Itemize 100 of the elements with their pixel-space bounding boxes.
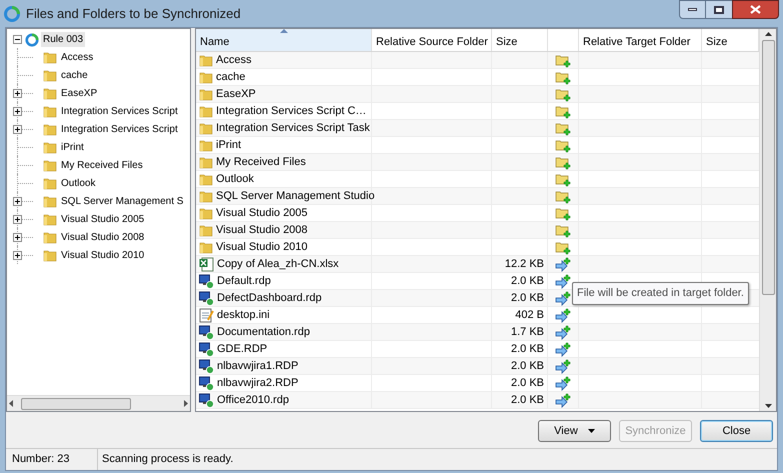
expand-toggle[interactable]: [13, 251, 22, 260]
file-name-cell: Visual Studio 2010: [196, 239, 372, 255]
horizontal-scrollbar[interactable]: [7, 395, 190, 411]
folder-icon: [43, 158, 57, 172]
view-dropdown-button[interactable]: View: [538, 420, 611, 442]
scroll-right-icon[interactable]: [184, 400, 188, 407]
tooltip: File will be created in target folder.: [572, 282, 749, 304]
file-name-cell: Access: [196, 52, 372, 68]
scroll-up-icon[interactable]: [764, 32, 772, 36]
size-cell-text: 402 B: [515, 308, 544, 323]
add-arrow-icon: [555, 290, 571, 306]
folder-icon: [199, 121, 213, 135]
add-folder-icon: [555, 52, 571, 68]
file-name-cell: cache: [196, 69, 372, 85]
caret-icon: [588, 429, 595, 433]
column-header[interactable]: Relative Source Folder: [372, 29, 492, 51]
expand-toggle[interactable]: [13, 215, 22, 224]
dialog-button[interactable]: Close: [700, 420, 773, 442]
add-folder-icon: [555, 240, 571, 254]
scroll-down-icon[interactable]: [764, 404, 772, 408]
file-name-cell: EaseXP: [196, 86, 372, 102]
status-message: Scanning process is ready.: [101, 452, 234, 468]
close-icon: [750, 5, 761, 14]
add-arrow-icon: [555, 358, 571, 374]
add-folder-icon: [555, 86, 571, 102]
minimize-button[interactable]: [679, 0, 706, 19]
file-name-cell: GDE.RDP: [196, 341, 372, 357]
file-name-cell: Integration Services Script C…: [196, 103, 372, 119]
tree-item[interactable]: iPrint: [61, 140, 84, 154]
size-cell-text: 2.0 KB: [510, 342, 544, 357]
folder-icon: [199, 104, 213, 118]
column-header[interactable]: Size: [492, 29, 548, 51]
folder-icon: [43, 86, 57, 100]
folder-icon: [43, 176, 57, 190]
column-header[interactable]: Relative Target Folder: [579, 29, 702, 51]
add-folder-icon: [555, 138, 571, 152]
folder-icon: [43, 68, 57, 82]
tree-item[interactable]: Visual Studio 2008: [61, 230, 144, 244]
size-cell-text: 1.7 KB: [510, 324, 544, 340]
folder-icon: [199, 223, 213, 237]
sort-ascending-icon: [280, 29, 288, 33]
file-name-cell: iPrint: [196, 137, 372, 153]
add-folder-icon: [555, 154, 571, 170]
add-arrow-icon: [555, 342, 571, 356]
close-window-button[interactable]: [732, 0, 779, 19]
scroll-left-icon[interactable]: [9, 400, 13, 407]
expand-toggle[interactable]: [13, 233, 22, 242]
size-cell-text: 2.0 KB: [510, 358, 544, 374]
expand-toggle[interactable]: [13, 197, 22, 206]
file-name-cell: Outlook: [196, 171, 372, 187]
file-name-cell: SQL Server Management Studio: [196, 188, 372, 204]
tree-item[interactable]: EaseXP: [61, 86, 98, 100]
file-name-cell: nlbavwjira2.RDP: [196, 375, 372, 391]
app-logo-icon: [4, 6, 20, 22]
folder-icon: [199, 240, 213, 254]
add-folder-icon: [555, 222, 571, 238]
folder-icon: [199, 189, 213, 203]
tree-item[interactable]: SQL Server Management S: [61, 194, 184, 208]
collapse-toggle[interactable]: [13, 35, 22, 44]
expand-toggle[interactable]: [13, 89, 22, 98]
tree-item[interactable]: Visual Studio 2010: [61, 248, 144, 262]
folder-icon: [43, 230, 57, 244]
tree-item[interactable]: cache: [61, 68, 88, 82]
file-name-cell: Copy of Alea_zh-CN.xlsx: [196, 256, 372, 272]
column-header[interactable]: Name: [196, 29, 372, 51]
folder-icon: [199, 155, 213, 169]
file-name-cell: nlbavwjira1.RDP: [196, 358, 372, 374]
add-arrow-icon: [555, 256, 571, 272]
expand-toggle[interactable]: [13, 125, 22, 134]
folder-icon: [43, 140, 57, 154]
file-name-cell: Office2010.rdp: [196, 392, 372, 408]
folder-icon: [43, 248, 57, 262]
folder-icon: [43, 194, 57, 208]
folder-icon: [43, 122, 57, 136]
size-cell-text: 2.0 KB: [510, 274, 544, 289]
size-cell-text: 12.2 KB: [504, 256, 544, 272]
tree-item[interactable]: Integration Services Script: [61, 122, 178, 136]
tree-root-item[interactable]: Rule 003: [41, 32, 86, 47]
tree-item[interactable]: Visual Studio 2005: [61, 212, 144, 226]
file-name-cell: Integration Services Script Task: [196, 120, 372, 136]
tree-item[interactable]: Integration Services Script: [61, 104, 178, 118]
add-folder-icon: [555, 188, 571, 204]
add-folder-icon: [555, 206, 571, 220]
folder-icon: [199, 172, 213, 186]
add-arrow-icon: [555, 324, 571, 340]
folder-icon: [199, 206, 213, 220]
file-name-cell: My Received Files: [196, 154, 372, 170]
folder-icon: [43, 50, 57, 64]
tree-item[interactable]: Outlook: [61, 176, 96, 190]
tree-item[interactable]: My Received Files: [61, 158, 143, 172]
size-cell-text: 2.0 KB: [510, 376, 544, 391]
add-arrow-icon: [555, 308, 571, 322]
add-arrow-icon: [555, 392, 571, 408]
expand-toggle[interactable]: [13, 107, 22, 116]
add-arrow-icon: [555, 376, 571, 390]
tree-item[interactable]: Access: [61, 50, 94, 64]
file-name-cell: Visual Studio 2008: [196, 222, 372, 238]
file-name-cell: Documentation.rdp: [196, 324, 372, 340]
vertical-scrollbar[interactable]: [759, 29, 776, 411]
maximize-button[interactable]: [706, 0, 732, 19]
